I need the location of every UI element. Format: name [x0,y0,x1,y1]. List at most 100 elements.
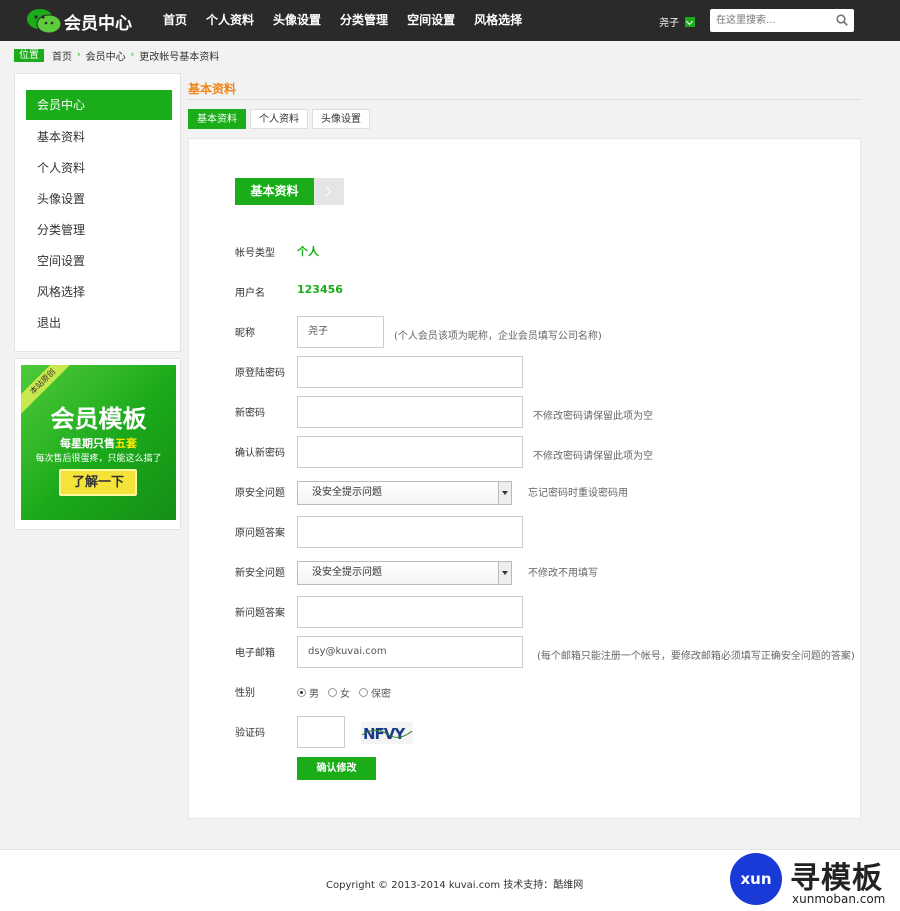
chevron-down-icon[interactable] [685,16,695,27]
nav-space[interactable]: 空间设置 [407,0,455,41]
nickname-hint: (个人会员该项为昵称，企业会员填写公司名称) [394,331,602,342]
sidebar-item-category[interactable]: 分类管理 [26,215,172,245]
captcha-input[interactable] [297,716,345,748]
new-answer-label: 新问题答案 [235,608,285,619]
old-question-label: 原安全问题 [235,488,285,499]
ad-title: 会员模板 [50,405,147,433]
account-type-label: 帐号类型 [235,248,275,259]
chevron-down-icon[interactable] [498,482,511,504]
watermark-cn: 寻模板 [790,861,883,896]
submit-button[interactable]: 确认修改 [297,757,376,780]
new-question-select[interactable]: 没安全提示问题 [297,561,512,585]
watermark-en: xunmoban.com [792,892,886,906]
gender-label: 性别 [235,688,255,699]
gender-label-female: 女 [340,689,350,700]
gender-label-secret: 保密 [371,689,391,700]
copyright-text: Copyright © 2013-2014 kuvai.com 技术支持：酷维网 [326,880,584,891]
sidebar-menu: 会员中心 基本资料 个人资料 头像设置 分类管理 空间设置 风格选择 退出 [14,73,181,352]
old-password-label: 原登陆密码 [235,368,285,379]
section-divider [188,99,861,100]
breadcrumb-home[interactable]: 首页 [52,48,72,63]
new-answer-field[interactable] [297,596,523,628]
breadcrumb: 位置 首页 › 会员中心 › 更改帐号基本资料 [14,48,220,63]
sidebar-item-logout[interactable]: 退出 [26,308,172,338]
breadcrumb-label: 位置 [14,48,44,62]
email-hint: (每个邮箱只能注册一个帐号，要修改邮箱必须填写正确安全问题的答案) [537,651,855,662]
logo[interactable]: 会员中心 [26,7,132,35]
chevron-down-icon[interactable] [498,562,511,584]
gender-options: 男 女 保密 [297,685,400,700]
tab-basic-info[interactable]: 基本资料 [188,109,246,129]
ad-line1: 每星期只售五套 [60,437,137,450]
ad-box: 本站原创 会员模板 每星期只售五套 每次售后很蛋疼，只能这么搞了 了解一下 [14,358,181,530]
footer: Copyright © 2013-2014 kuvai.com 技术支持：酷维网… [0,849,900,911]
old-question-select[interactable]: 没安全提示问题 [297,481,512,505]
nickname-label: 昵称 [235,328,255,339]
username-value: 123456 [297,283,343,296]
sidebar-item-member-center[interactable]: 会员中心 [26,90,172,120]
nav-style[interactable]: 风格选择 [474,0,522,41]
search-icon[interactable] [836,14,848,26]
confirm-password-hint: 不修改密码请保留此项为空 [533,451,653,462]
watermark-logo: xun 寻模板 xunmoban.com [730,852,900,910]
breadcrumb-current: 更改帐号基本资料 [139,51,220,63]
main-nav: 首页 个人资料 头像设置 分类管理 空间设置 风格选择 [163,0,541,41]
sidebar-item-basic-info[interactable]: 基本资料 [26,122,172,152]
user-menu[interactable]: 尧子 [659,14,695,29]
old-question-hint: 忘记密码时重设密码用 [528,488,628,499]
logo-text: 会员中心 [64,13,132,34]
old-answer-field[interactable] [297,516,523,548]
gender-label-male: 男 [309,689,319,700]
new-question-hint: 不修改不用填写 [528,568,598,579]
search-input[interactable] [710,9,825,32]
panel-header: 基本资料 [235,178,344,205]
nickname-field[interactable]: 尧子 [297,316,384,348]
top-bar: 会员中心 首页 个人资料 头像设置 分类管理 空间设置 风格选择 尧子 [0,0,900,41]
sidebar-item-profile[interactable]: 个人资料 [26,153,172,183]
watermark-circle: xun [730,853,782,905]
new-question-value: 没安全提示问题 [312,567,382,578]
new-question-label: 新安全问题 [235,568,285,579]
sidebar-item-avatar[interactable]: 头像设置 [26,184,172,214]
breadcrumb-member[interactable]: 会员中心 [86,48,126,63]
new-password-hint: 不修改密码请保留此项为空 [533,411,653,422]
chevron-right-icon: › [130,50,135,60]
new-password-label: 新密码 [235,408,265,419]
ad-banner[interactable]: 本站原创 会员模板 每星期只售五套 每次售后很蛋疼，只能这么搞了 了解一下 [21,365,176,520]
panel-title: 基本资料 [235,178,314,205]
confirm-password-label: 确认新密码 [235,448,285,459]
ad-line2: 每次售后很蛋疼，只能这么搞了 [35,454,162,464]
search-box [710,9,854,32]
username-label: 用户名 [235,288,265,299]
old-answer-label: 原问题答案 [235,528,285,539]
ad-learn-more-button[interactable]: 了解一下 [59,469,137,496]
section-title: 基本资料 [188,82,237,96]
gender-radio-male[interactable] [297,688,306,697]
chevron-right-icon [314,178,344,205]
nav-avatar[interactable]: 头像设置 [273,0,321,41]
email-field[interactable]: dsy@kuvai.com [297,636,523,668]
confirm-password-field[interactable] [297,436,523,468]
form-panel: 基本资料 帐号类型 个人 用户名 123456 昵称 尧子 (个人会员该项为昵称… [188,138,861,819]
email-label: 电子邮箱 [235,648,275,659]
tab-avatar[interactable]: 头像设置 [312,109,370,129]
chevron-right-icon: › [77,50,81,60]
tab-bar: 基本资料 个人资料 头像设置 [188,109,374,129]
old-question-value: 没安全提示问题 [312,487,382,498]
captcha-label: 验证码 [235,728,265,739]
gender-radio-female[interactable] [328,688,337,697]
gender-radio-secret[interactable] [359,688,368,697]
old-password-field[interactable] [297,356,523,388]
nav-category[interactable]: 分类管理 [340,0,388,41]
captcha-text: NFVY [363,725,406,743]
wechat-logo-icon [27,9,62,34]
user-name: 尧子 [659,18,679,29]
nav-profile[interactable]: 个人资料 [206,0,254,41]
tab-profile[interactable]: 个人资料 [250,109,308,129]
account-type-value: 个人 [297,245,319,258]
sidebar-item-space[interactable]: 空间设置 [26,246,172,276]
captcha-image[interactable]: NFVY [361,722,413,744]
new-password-field[interactable] [297,396,523,428]
sidebar-item-style[interactable]: 风格选择 [26,277,172,307]
nav-home[interactable]: 首页 [163,0,187,41]
